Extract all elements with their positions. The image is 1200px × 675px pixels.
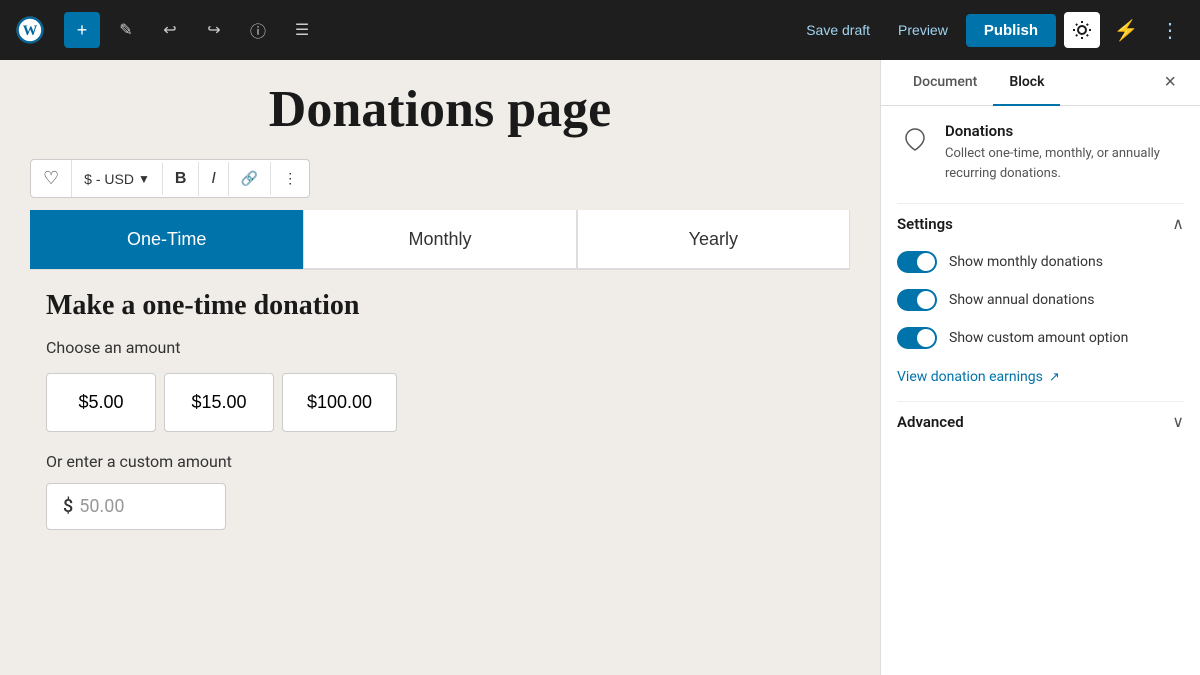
main-toolbar: W + ✎ ↩ ↪ ⓘ ☰ Save draft Preview Publish… (0, 0, 1200, 60)
main-area: Donations page ♡ $ - USD ▼ B I 🔗 ⋮ One-T… (0, 60, 1200, 675)
block-toolbar: ♡ $ - USD ▼ B I 🔗 ⋮ (30, 159, 310, 198)
bold-button[interactable]: B (163, 162, 200, 196)
custom-amount-label: Or enter a custom amount (46, 452, 834, 471)
tab-monthly[interactable]: Monthly (303, 210, 576, 269)
donation-heading: Make a one-time donation (46, 290, 834, 322)
advanced-chevron-icon: ∨ (1172, 412, 1184, 431)
toggle-row-custom: Show custom amount option (897, 319, 1184, 357)
info-button[interactable]: ⓘ (240, 12, 276, 48)
toolbar-right: Save draft Preview Publish ⚡ ⋮ (796, 12, 1188, 48)
tab-document[interactable]: Document (897, 60, 993, 106)
view-link-label: View donation earnings (897, 369, 1043, 385)
currency-selector[interactable]: $ - USD ▼ (72, 163, 163, 195)
amount-100[interactable]: $100.00 (282, 373, 397, 432)
link-button[interactable]: 🔗 (229, 162, 271, 195)
preview-button[interactable]: Preview (888, 16, 958, 44)
wp-logo: W (12, 12, 48, 48)
advanced-section: Advanced ∨ (897, 401, 1184, 441)
settings-header[interactable]: Settings ∧ (897, 203, 1184, 243)
settings-section: Settings ∧ Show monthly donations Show a… (897, 203, 1184, 385)
currency-symbol: $ (63, 496, 73, 517)
heart-icon-button[interactable]: ♡ (31, 160, 72, 197)
amount-15[interactable]: $15.00 (164, 373, 274, 432)
custom-amount-input[interactable]: $ 50.00 (46, 483, 226, 530)
block-info: Donations Collect one-time, monthly, or … (897, 122, 1184, 183)
toggle-row-annual: Show annual donations (897, 281, 1184, 319)
choose-amount-label: Choose an amount (46, 338, 834, 357)
sidebar-tabs: Document Block × (881, 60, 1200, 106)
toggle-annual[interactable] (897, 289, 937, 311)
external-link-icon: ↗ (1049, 370, 1060, 385)
toggle-custom[interactable] (897, 327, 937, 349)
page-title: Donations page (30, 80, 850, 139)
block-description: Collect one-time, monthly, or annually r… (945, 144, 1184, 183)
donation-content: Make a one-time donation Choose an amoun… (30, 270, 850, 550)
add-block-button[interactable]: + (64, 12, 100, 48)
list-view-button[interactable]: ☰ (284, 12, 320, 48)
advanced-title: Advanced (897, 413, 964, 431)
redo-button[interactable]: ↪ (196, 12, 232, 48)
save-draft-button[interactable]: Save draft (796, 16, 880, 44)
settings-chevron-icon: ∧ (1172, 214, 1184, 233)
editor-area: Donations page ♡ $ - USD ▼ B I 🔗 ⋮ One-T… (0, 60, 880, 675)
currency-label: $ - USD (84, 171, 134, 187)
publish-button[interactable]: Publish (966, 14, 1056, 47)
edit-button[interactable]: ✎ (108, 12, 144, 48)
tab-one-time[interactable]: One-Time (30, 210, 303, 269)
amount-buttons: $5.00 $15.00 $100.00 (46, 373, 834, 432)
donations-block: One-Time Monthly Yearly Make a one-time … (30, 210, 850, 550)
tab-yearly[interactable]: Yearly (577, 210, 850, 269)
tab-block[interactable]: Block (993, 60, 1060, 106)
close-sidebar-button[interactable]: × (1156, 60, 1184, 105)
toggle-row-monthly: Show monthly donations (897, 243, 1184, 281)
advanced-header[interactable]: Advanced ∨ (897, 412, 1184, 431)
currency-dropdown-icon: ▼ (138, 172, 150, 186)
donation-tabs: One-Time Monthly Yearly (30, 210, 850, 270)
toggle-monthly[interactable] (897, 251, 937, 273)
amount-5[interactable]: $5.00 (46, 373, 156, 432)
block-icon (897, 122, 933, 158)
lightning-button[interactable]: ⚡ (1108, 12, 1144, 48)
toggle-custom-label: Show custom amount option (949, 330, 1128, 346)
block-name: Donations (945, 122, 1184, 140)
undo-button[interactable]: ↩ (152, 12, 188, 48)
settings-title: Settings (897, 215, 953, 233)
toggle-annual-label: Show annual donations (949, 292, 1094, 308)
sidebar: Document Block × Donations Collect one-t… (880, 60, 1200, 675)
custom-amount-placeholder: 50.00 (79, 496, 124, 517)
view-donation-earnings-link[interactable]: View donation earnings ↗ (897, 369, 1184, 385)
block-info-text: Donations Collect one-time, monthly, or … (945, 122, 1184, 183)
settings-button[interactable] (1064, 12, 1100, 48)
more-block-options[interactable]: ⋮ (271, 162, 309, 195)
sidebar-content: Donations Collect one-time, monthly, or … (881, 106, 1200, 675)
more-options-button[interactable]: ⋮ (1152, 12, 1188, 48)
toggle-monthly-label: Show monthly donations (949, 254, 1103, 270)
italic-button[interactable]: I (199, 162, 228, 196)
svg-text:W: W (23, 23, 38, 39)
